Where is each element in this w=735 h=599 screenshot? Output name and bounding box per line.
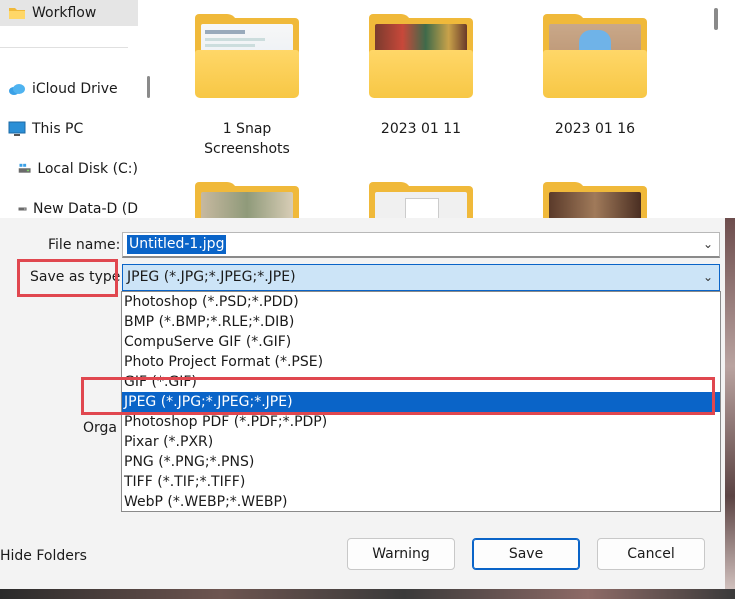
folder-icon[interactable] bbox=[195, 182, 299, 218]
file-name-label: File name: bbox=[48, 237, 121, 253]
nav-item-label: Workflow bbox=[32, 5, 97, 21]
files-pane: 1 Snap Screenshots 2023 01 11 2023 01 16 bbox=[160, 0, 735, 218]
drive-icon bbox=[18, 207, 27, 211]
nav-scrollbar[interactable] bbox=[147, 76, 150, 98]
folder-thumbnail bbox=[375, 192, 467, 218]
save-as-type-value: JPEG (*.JPG;*.JPEG;*.JPE) bbox=[127, 269, 296, 285]
dropdown-option[interactable]: Photo Project Format (*.PSE) bbox=[122, 352, 720, 372]
nav-item-label: Local Disk (C:) bbox=[37, 161, 138, 177]
nav-item-label: New Data-D (D bbox=[33, 201, 138, 217]
folder-thumbnail bbox=[201, 192, 293, 218]
folder-icon[interactable] bbox=[195, 14, 299, 98]
navigation-pane: Workflow iCloud Drive This PC Local Disk… bbox=[0, 0, 138, 218]
cloud-icon bbox=[9, 84, 25, 95]
hide-folders-toggle[interactable]: Hide Folders bbox=[0, 548, 87, 564]
nav-divider bbox=[0, 47, 128, 48]
dropdown-option[interactable]: Photoshop (*.PSD;*.PDD) bbox=[122, 292, 720, 312]
chevron-down-icon[interactable]: ⌄ bbox=[703, 270, 713, 284]
dropdown-option[interactable]: CompuServe GIF (*.GIF) bbox=[122, 332, 720, 352]
folder-thumbnail bbox=[549, 192, 641, 218]
nav-item-new-data-d[interactable]: New Data-D (D bbox=[0, 194, 138, 218]
nav-item-this-pc[interactable]: This PC bbox=[0, 114, 138, 144]
folder-icon[interactable] bbox=[369, 182, 473, 218]
nav-item-local-disk[interactable]: Local Disk (C:) bbox=[0, 154, 138, 184]
cancel-button[interactable]: Cancel bbox=[597, 538, 705, 570]
nav-item-icloud-drive[interactable]: iCloud Drive bbox=[0, 74, 138, 104]
save-button[interactable]: Save bbox=[472, 538, 580, 570]
nav-item-label: iCloud Drive bbox=[32, 81, 118, 97]
dropdown-option[interactable]: Pixar (*.PXR) bbox=[122, 432, 720, 452]
dropdown-option[interactable]: BMP (*.BMP;*.RLE;*.DIB) bbox=[122, 312, 720, 332]
drive-icon bbox=[18, 163, 31, 173]
background-photo-edge bbox=[725, 218, 735, 589]
nav-item-label: This PC bbox=[32, 121, 84, 137]
folder-label[interactable]: 2023 01 16 bbox=[520, 119, 670, 139]
folder-icon[interactable] bbox=[369, 14, 473, 98]
warning-button[interactable]: Warning bbox=[347, 538, 455, 570]
folder-icon[interactable] bbox=[543, 14, 647, 98]
annotation-highlight-box bbox=[17, 259, 118, 297]
monitor-icon bbox=[8, 121, 26, 136]
dropdown-option[interactable]: TIFF (*.TIF;*.TIFF) bbox=[122, 472, 720, 492]
folder-label[interactable]: 2023 01 11 bbox=[346, 119, 496, 139]
file-name-input[interactable]: Untitled-1.jpg ⌄ bbox=[122, 232, 720, 258]
files-scrollbar[interactable] bbox=[714, 8, 718, 30]
dropdown-option[interactable]: PNG (*.PNG;*.PNS) bbox=[122, 452, 720, 472]
dropdown-option[interactable]: WebP (*.WEBP;*.WEBP) bbox=[122, 492, 720, 512]
dropdown-option[interactable]: Photoshop PDF (*.PDF;*.PDP) bbox=[122, 412, 720, 432]
file-browser: Workflow iCloud Drive This PC Local Disk… bbox=[0, 0, 735, 218]
folder-icon bbox=[9, 8, 25, 19]
file-name-value: Untitled-1.jpg bbox=[127, 235, 227, 254]
nav-item-workflow[interactable]: Workflow bbox=[0, 0, 138, 26]
folder-icon[interactable] bbox=[543, 182, 647, 218]
background-photo-strip bbox=[0, 589, 735, 599]
folder-label[interactable]: 1 Snap Screenshots bbox=[172, 119, 322, 159]
annotation-highlight-box bbox=[81, 377, 715, 415]
save-as-type-select[interactable]: JPEG (*.JPG;*.JPEG;*.JPE) ⌄ bbox=[122, 264, 720, 291]
chevron-down-icon[interactable]: ⌄ bbox=[703, 237, 713, 251]
organize-label: Orga bbox=[83, 420, 117, 436]
